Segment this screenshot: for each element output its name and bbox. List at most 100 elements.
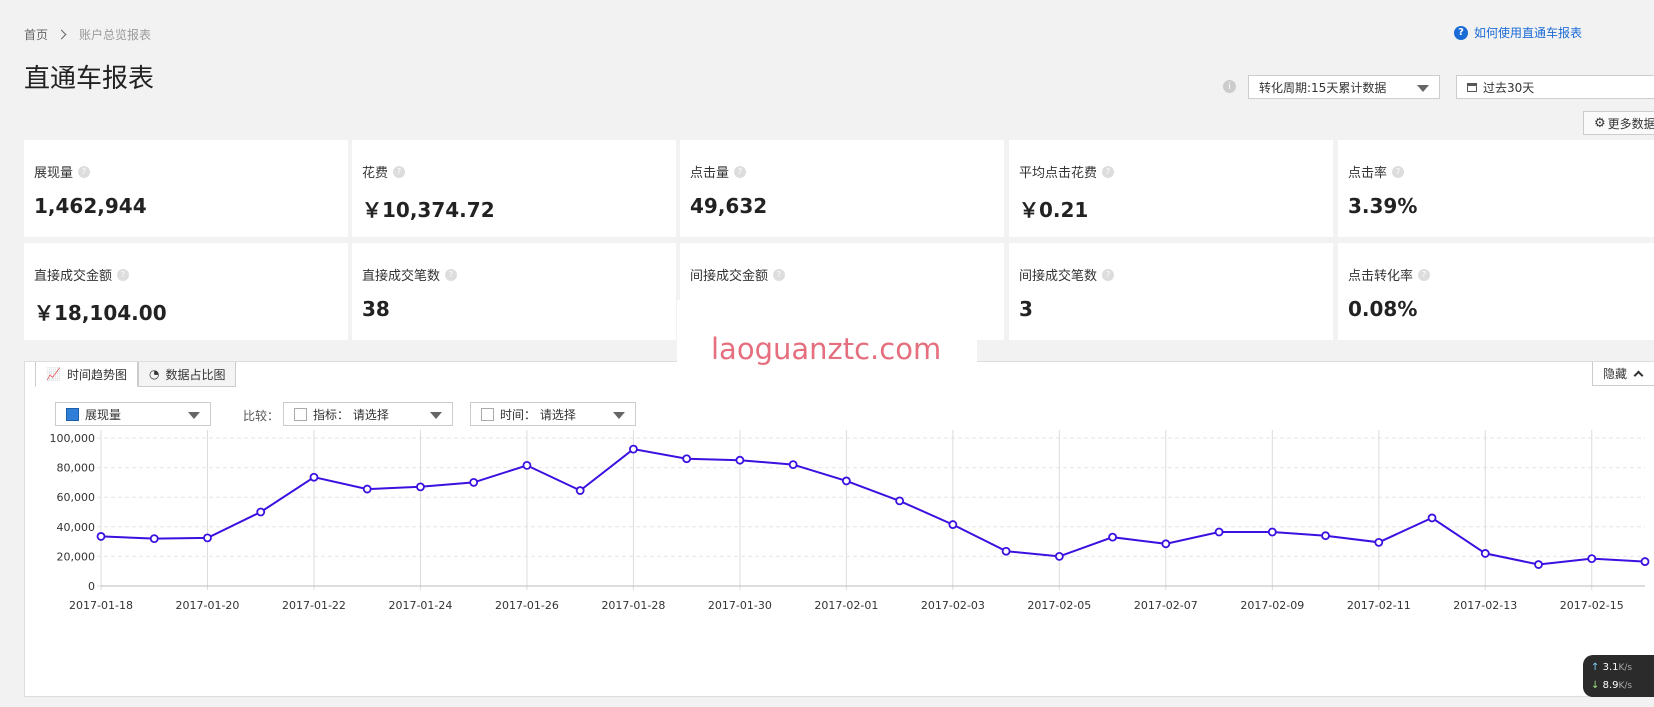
question-icon: ? bbox=[1454, 25, 1468, 40]
data-point bbox=[203, 533, 212, 543]
metric-card[interactable]: 点击率? 3.39% bbox=[1338, 140, 1654, 237]
help-icon[interactable]: ? bbox=[1102, 165, 1115, 178]
download-speed-unit: K/s bbox=[1618, 681, 1633, 691]
data-point bbox=[682, 454, 692, 464]
data-point bbox=[1001, 546, 1011, 556]
help-link-label: 如何使用直通车报表 bbox=[1474, 26, 1583, 40]
metric-label: 展现量 bbox=[34, 166, 74, 181]
download-speed: ↓ 8.9K/s bbox=[1591, 677, 1654, 695]
breadcrumb-home[interactable]: 首页 bbox=[24, 26, 48, 43]
x-tick-label: 2017-01-22 bbox=[282, 599, 346, 612]
y-tick-label: 0 bbox=[88, 580, 95, 593]
data-point bbox=[1054, 551, 1064, 561]
x-tick-label: 2017-01-30 bbox=[708, 599, 772, 612]
help-icon[interactable]: ? bbox=[117, 268, 130, 281]
x-tick-label: 2017-02-01 bbox=[814, 599, 878, 612]
help-icon[interactable]: ? bbox=[393, 165, 406, 178]
metric-card[interactable]: 间接成交笔数? 3 bbox=[1009, 243, 1333, 340]
date-range-select[interactable]: 过去30天 bbox=[1456, 75, 1654, 99]
metric-value: ￥0.21 bbox=[1019, 198, 1089, 222]
data-point bbox=[149, 534, 159, 544]
metric-label-wrap: 间接成交笔数? bbox=[1019, 265, 1115, 284]
metric-label-wrap: 间接成交金额? bbox=[690, 265, 786, 284]
more-data-button[interactable]: ⚙ 更多数据 bbox=[1583, 111, 1654, 135]
data-point bbox=[522, 460, 532, 470]
network-speed-widget[interactable]: ↑ 3.1K/s ↓ 8.9K/s bbox=[1583, 655, 1654, 697]
y-tick-label: 40,000 bbox=[57, 521, 96, 534]
x-tick-label: 2017-02-05 bbox=[1027, 599, 1091, 612]
help-icon[interactable]: ? bbox=[734, 165, 747, 178]
metric-card[interactable]: 花费? ￥10,374.72 bbox=[352, 140, 676, 237]
metric-label: 间接成交笔数 bbox=[1019, 269, 1098, 284]
data-point bbox=[416, 482, 425, 492]
data-point bbox=[1534, 560, 1543, 569]
period-select[interactable]: 转化周期:15天累计数据 bbox=[1248, 75, 1440, 99]
upload-speed-unit: K/s bbox=[1618, 663, 1633, 673]
help-icon[interactable]: ? bbox=[773, 268, 786, 281]
data-point bbox=[1427, 513, 1437, 523]
x-tick-label: 2017-02-13 bbox=[1453, 599, 1517, 612]
series-line bbox=[100, 448, 1646, 566]
data-point bbox=[788, 460, 798, 470]
metric-card[interactable]: 点击转化率? 0.08% bbox=[1338, 243, 1654, 340]
help-icon[interactable]: ? bbox=[1418, 268, 1431, 281]
x-tick-label: 2017-01-20 bbox=[176, 599, 240, 612]
metric-card[interactable]: 直接成交金额? ￥18,104.00 bbox=[24, 243, 348, 340]
x-tick-label: 2017-01-24 bbox=[388, 599, 452, 612]
metric-value: 3 bbox=[1019, 297, 1033, 321]
date-range-value: 过去30天 bbox=[1483, 80, 1535, 95]
metric-value: 0.08% bbox=[1348, 297, 1418, 321]
x-tick-label: 2017-01-28 bbox=[601, 599, 665, 612]
calendar-icon bbox=[1467, 82, 1477, 92]
metric-label-wrap: 点击量? bbox=[690, 162, 747, 181]
x-tick-label: 2017-02-15 bbox=[1560, 599, 1624, 612]
metric-label-wrap: 直接成交金额? bbox=[34, 265, 130, 284]
metric-label-wrap: 点击转化率? bbox=[1348, 265, 1431, 284]
metric-label: 点击率 bbox=[1348, 166, 1388, 181]
data-point bbox=[1161, 539, 1171, 549]
arrow-up-icon: ↑ bbox=[1591, 662, 1600, 673]
x-tick-label: 2017-02-09 bbox=[1240, 599, 1304, 612]
data-point bbox=[895, 496, 905, 506]
data-point bbox=[629, 444, 638, 454]
help-icon[interactable]: ? bbox=[445, 268, 458, 281]
help-icon[interactable]: ? bbox=[1102, 268, 1115, 281]
x-tick-label: 2017-02-11 bbox=[1347, 599, 1411, 612]
page: 首页 账户总览报表 ? 如何使用直通车报表 直通车报表 i 转化周期:15天累计… bbox=[0, 0, 1654, 707]
help-icon[interactable]: ? bbox=[78, 165, 91, 178]
data-point bbox=[1214, 527, 1224, 537]
data-point bbox=[96, 532, 106, 541]
data-point bbox=[256, 507, 266, 517]
gear-icon: ⚙ bbox=[1594, 115, 1606, 131]
help-icon[interactable]: ? bbox=[1392, 165, 1405, 178]
chevron-right-icon bbox=[56, 29, 67, 40]
metric-label: 点击转化率 bbox=[1348, 269, 1414, 284]
chart-panel: 📈 时间趋势图 ◔ 数据占比图 隐藏 展现量 比较： 指标： 请选择 时间： 请… bbox=[24, 361, 1654, 697]
metric-value: ￥10,374.72 bbox=[362, 198, 495, 222]
data-point bbox=[841, 476, 851, 486]
upload-speed: ↑ 3.1K/s bbox=[1591, 659, 1654, 677]
data-point bbox=[735, 455, 745, 465]
trend-line-chart: 0 20,000 40,000 60,000 80,000 100,000 2017-01-… bbox=[50, 430, 1650, 612]
breadcrumb: 首页 账户总览报表 bbox=[24, 26, 151, 43]
metric-card[interactable]: 展现量? 1,462,944 bbox=[24, 140, 348, 237]
data-point bbox=[575, 486, 585, 495]
y-tick-label: 100,000 bbox=[50, 432, 96, 445]
metric-card[interactable]: 直接成交笔数? 38 bbox=[352, 243, 676, 340]
help-link[interactable]: ? 如何使用直通车报表 bbox=[1454, 24, 1654, 41]
arrow-down-icon: ↓ bbox=[1591, 680, 1600, 691]
upload-speed-value: 3.1 bbox=[1602, 662, 1619, 673]
period-select-value: 转化周期:15天累计数据 bbox=[1259, 80, 1387, 95]
x-tick-label: 2017-01-26 bbox=[495, 599, 559, 612]
metric-value: 3.39% bbox=[1348, 194, 1418, 218]
metric-label: 平均点击花费 bbox=[1019, 166, 1098, 181]
info-icon[interactable]: i bbox=[1223, 80, 1236, 93]
y-tick-label: 60,000 bbox=[57, 491, 96, 504]
metric-card[interactable]: 点击量? 49,632 bbox=[680, 140, 1004, 237]
metric-label-wrap: 花费? bbox=[362, 162, 406, 181]
data-point bbox=[309, 472, 319, 482]
metric-value: 38 bbox=[362, 297, 390, 321]
metric-card[interactable]: 平均点击花费? ￥0.21 bbox=[1009, 140, 1333, 237]
metric-label: 直接成交金额 bbox=[34, 269, 113, 284]
more-data-label: 更多数据 bbox=[1607, 116, 1654, 131]
